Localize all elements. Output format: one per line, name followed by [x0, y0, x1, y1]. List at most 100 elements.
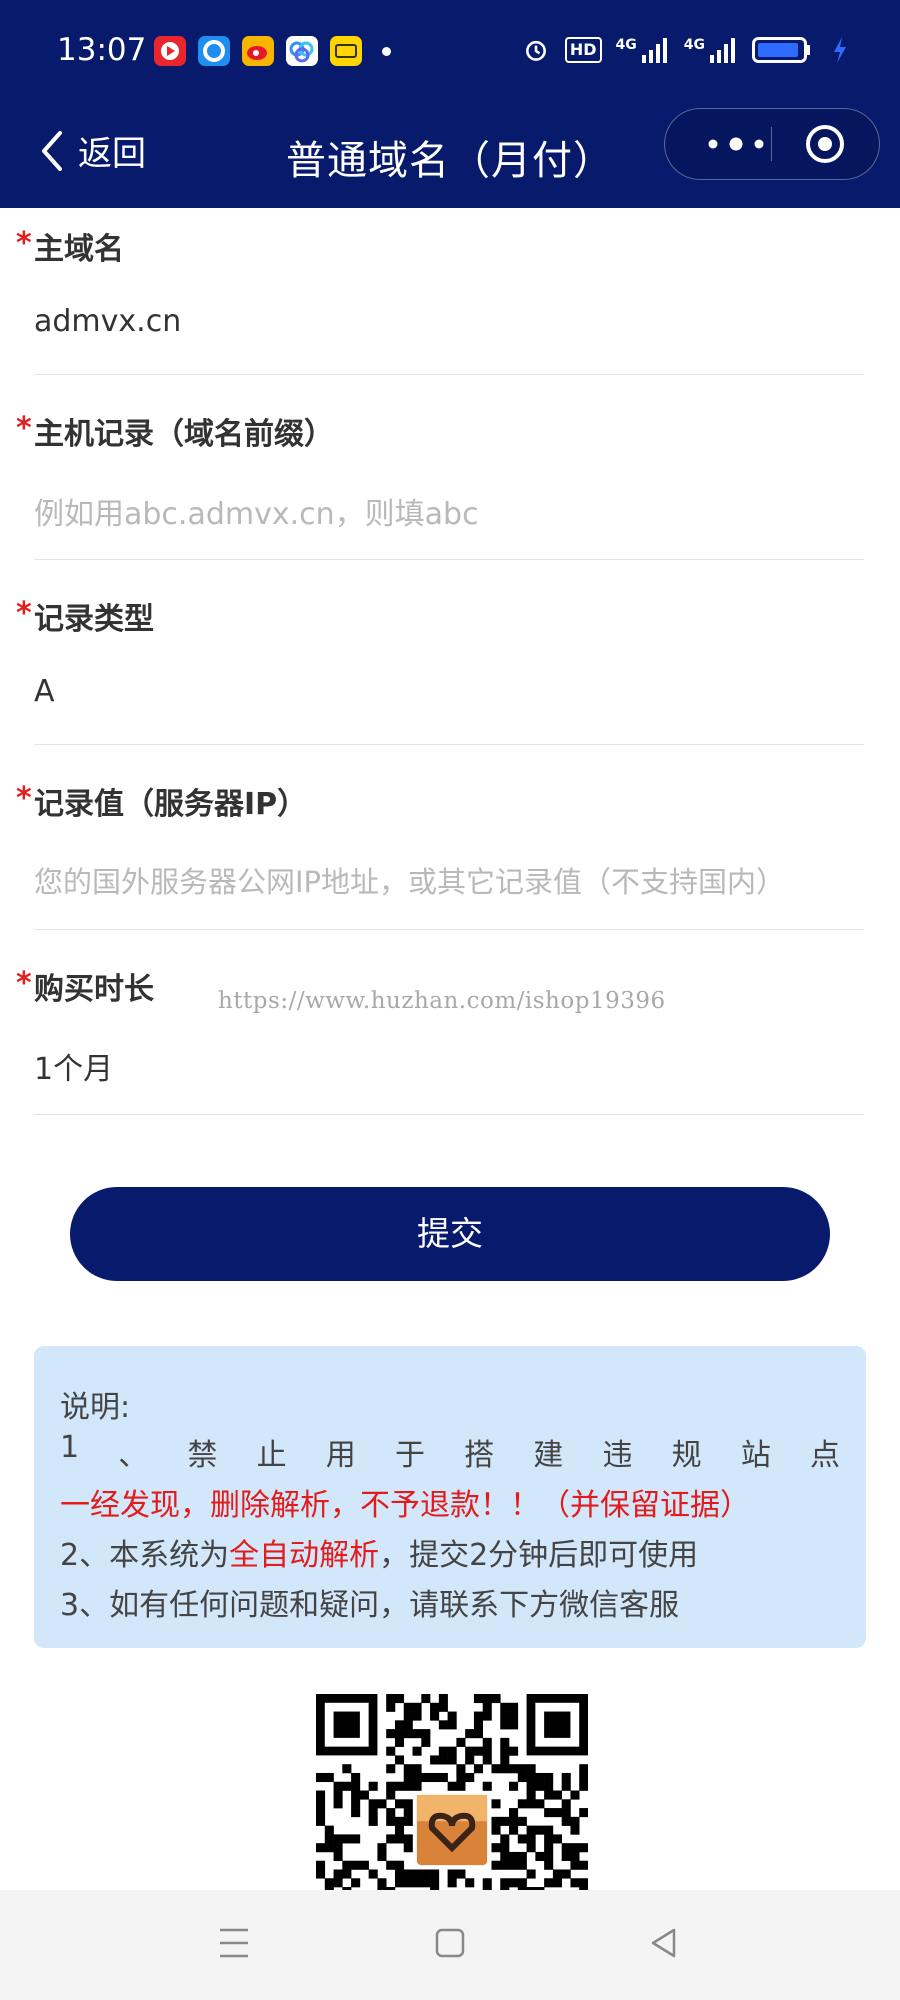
hd-badge: HD [564, 37, 602, 63]
qr-finder-pattern [526, 1694, 588, 1756]
notice-line-2-highlight: 全自动解析 [229, 1538, 380, 1573]
qr-module [482, 1755, 492, 1765]
qr-module [324, 1878, 334, 1888]
qr-module [386, 1702, 396, 1712]
menu-icon[interactable] [218, 1926, 250, 1960]
system-icons: HD 4G 4G [521, 36, 848, 64]
mini-program-capsule [664, 108, 880, 180]
qr-module [570, 1878, 580, 1888]
notice-box: 说明: 1 、 禁 止 用 于 搭 建 违 规 站 点 一经发现，删除解析，不予退款！！（并保留证据）… [34, 1346, 866, 1648]
qr-module [447, 1755, 457, 1765]
alarm-icon [525, 40, 546, 61]
qr-module [403, 1878, 413, 1888]
notice-line-1-char: 站 [740, 1438, 771, 1473]
qr-module [412, 1702, 422, 1712]
signal-4g-icon-1: 4G [616, 37, 670, 63]
qr-module [324, 1843, 334, 1853]
qr-module [579, 1860, 588, 1870]
qr-module [491, 1694, 501, 1704]
qr-module [333, 1790, 343, 1800]
record-type-select[interactable]: A [34, 674, 864, 709]
qr-module [342, 1764, 352, 1774]
notice-line-1-char: 规 [671, 1438, 702, 1473]
qr-module [579, 1808, 588, 1818]
qr-module [544, 1808, 554, 1818]
qr-module [579, 1764, 588, 1774]
duration-select[interactable]: 1个月 [34, 1044, 864, 1088]
target-close-icon[interactable] [803, 122, 847, 166]
qr-module [517, 1851, 527, 1862]
main-domain-input[interactable] [34, 304, 864, 339]
qr-module [403, 1720, 413, 1730]
notice-line-1-char: 建 [533, 1438, 564, 1473]
qr-module [535, 1799, 545, 1809]
qr-module [359, 1790, 369, 1800]
qr-module [570, 1860, 580, 1870]
qr-module [491, 1860, 501, 1870]
qr-module [456, 1781, 466, 1791]
qr-module [526, 1764, 536, 1774]
qr-module [561, 1851, 571, 1862]
qr-module [438, 1720, 448, 1730]
navigation-bar: 返回 普通域名（月付） [0, 100, 900, 208]
charging-bolt-icon [834, 37, 846, 63]
capsule-divider [771, 127, 772, 161]
qr-module [377, 1799, 387, 1809]
browser-app-icon [198, 36, 230, 66]
weibo-app-icon [242, 36, 274, 66]
qr-module [500, 1755, 510, 1765]
more-dots-icon[interactable] [701, 129, 771, 159]
qr-module [491, 1825, 501, 1835]
qr-module [412, 1729, 422, 1739]
qr-module [324, 1825, 334, 1835]
qr-module [316, 1790, 326, 1800]
notice-line-1-char: 于 [394, 1438, 425, 1473]
triangle-back-icon[interactable] [648, 1926, 680, 1960]
qr-logo-image [416, 1794, 488, 1866]
qr-module [509, 1878, 519, 1888]
qr-module [561, 1808, 571, 1818]
qr-module [377, 1843, 387, 1853]
qr-module [570, 1825, 580, 1835]
qr-module [438, 1772, 448, 1783]
qr-module [316, 1843, 326, 1853]
qr-module [526, 1790, 536, 1800]
qr-module [377, 1851, 387, 1862]
qr-module [509, 1860, 519, 1870]
submit-button[interactable]: 提交 [70, 1187, 830, 1281]
notice-line-1-char: 用 [325, 1438, 356, 1473]
qr-module [438, 1755, 448, 1765]
qr-module [544, 1843, 554, 1853]
host-record-input[interactable]: 例如用abc.admvx.cn，则填abc [34, 489, 864, 533]
qr-module [351, 1860, 361, 1870]
notice-line-2-prefix: 2、本系统为 [60, 1538, 230, 1573]
qr-module [509, 1851, 519, 1862]
qr-module [535, 1781, 545, 1791]
qr-module [491, 1843, 501, 1853]
qr-module [447, 1878, 457, 1888]
qr-finder-pattern [316, 1694, 378, 1756]
qr-module [500, 1737, 510, 1747]
qr-module [412, 1746, 422, 1756]
qr-module [500, 1860, 510, 1870]
qr-module [544, 1878, 554, 1888]
signal-4g-icon-2: 4G [684, 37, 738, 63]
field-duration: * 购买时长 1个月 [0, 948, 900, 1133]
qr-module [526, 1772, 536, 1783]
qr-module [544, 1834, 554, 1844]
qr-module [403, 1772, 413, 1783]
record-value-input[interactable]: 您的国外服务器公网IP地址，或其它记录值（不支持国内） [34, 859, 864, 901]
qr-module [544, 1860, 554, 1870]
qr-module [421, 1737, 431, 1747]
xianyu-app-icon [330, 36, 362, 66]
qr-module [544, 1825, 554, 1835]
header: 13:07 HD 4G 4G 返回 普通域名（月付） [0, 0, 900, 208]
required-mark: * [16, 596, 32, 631]
qr-module [570, 1816, 580, 1826]
qr-module [316, 1808, 326, 1818]
qr-module [412, 1869, 422, 1879]
field-host-record: * 主机记录（域名前缀） 例如用abc.admvx.cn，则填abc [0, 393, 900, 578]
qr-module [561, 1843, 571, 1853]
home-square-icon[interactable] [434, 1926, 466, 1960]
qr-module [351, 1790, 361, 1800]
